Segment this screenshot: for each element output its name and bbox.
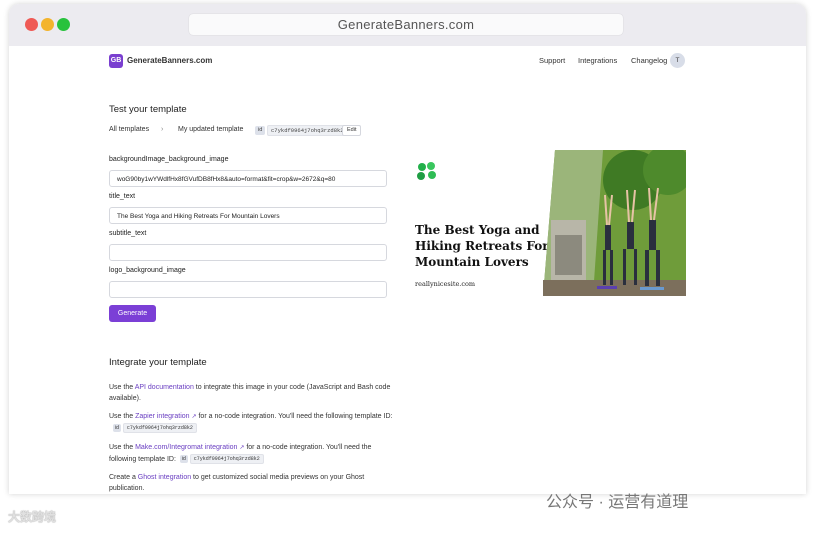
ghost-integration-link[interactable]: Ghost integration xyxy=(138,474,191,481)
field-label-title-text: title_text xyxy=(109,193,136,200)
api-documentation-link[interactable]: API documentation xyxy=(135,384,194,391)
clover-logo-icon xyxy=(417,162,436,180)
preview-title: The Best Yoga and Hiking Retreats For Mo… xyxy=(415,223,549,269)
breadcrumb-all-templates[interactable]: All templates xyxy=(109,126,149,133)
test-heading: Test your template xyxy=(109,104,187,115)
zapier-paragraph: Use the Zapier integration ↗ for a no-co… xyxy=(109,412,394,434)
id-tag: id xyxy=(255,126,266,135)
title-bar: GenerateBanners.com xyxy=(9,4,806,46)
template-id: c7ykdf0964j7ohq3rzd8k2 xyxy=(267,125,348,136)
make-text-pre: Use the xyxy=(109,444,136,451)
background-image-input[interactable]: woG90by1wYWdlfHx8fGVufDB8fHx8&auto=forma… xyxy=(109,170,387,187)
nav-changelog[interactable]: Changelog xyxy=(631,56,667,65)
field-label-background-image: backgroundImage_background_image xyxy=(109,156,229,163)
maximize-window-button[interactable] xyxy=(57,18,70,31)
minimize-window-button[interactable] xyxy=(41,18,54,31)
make-integration-link[interactable]: Make.com/Integromat integration xyxy=(135,444,237,451)
ghost-text-pre: Create a xyxy=(109,474,138,481)
watermark-left: 大数跨境 xyxy=(8,510,57,524)
breadcrumb-separator: › xyxy=(161,126,164,133)
template-id: c7ykdf0964j7ohq3rzd8k2 xyxy=(189,453,264,464)
zapier-text-post: for a no-code integration. You'll need t… xyxy=(196,413,393,420)
ghost-paragraph: Create a Ghost integration to get custom… xyxy=(109,473,394,494)
api-text-pre: Use the xyxy=(109,384,135,391)
id-tag: id xyxy=(113,423,121,432)
watermark-right: 公众号 · 运营有道理 xyxy=(546,494,689,511)
yoga-photo xyxy=(543,150,686,296)
field-label-subtitle-text: subtitle_text xyxy=(109,230,147,237)
nav-integrations[interactable]: Integrations xyxy=(578,56,617,65)
logo-icon[interactable]: GB xyxy=(109,54,123,68)
id-tag: id xyxy=(179,454,188,463)
integrate-heading: Integrate your template xyxy=(109,357,207,368)
subtitle-text-input[interactable] xyxy=(109,244,387,261)
zapier-integration-link[interactable]: Zapier integration xyxy=(135,413,189,420)
field-label-logo-image: logo_background_image xyxy=(109,267,186,274)
nav-support[interactable]: Support xyxy=(539,56,565,65)
brand-name[interactable]: GenerateBanners.com xyxy=(127,56,212,65)
title-text-input[interactable]: The Best Yoga and Hiking Retreats For Mo… xyxy=(109,207,387,224)
breadcrumb-current: My updated template xyxy=(178,126,244,133)
template-id: c7ykdf0964j7ohq3rzd8k2 xyxy=(122,422,197,433)
close-window-button[interactable] xyxy=(25,18,38,31)
make-paragraph: Use the Make.com/Integromat integration … xyxy=(109,443,394,465)
api-paragraph: Use the API documentation to integrate t… xyxy=(109,383,394,404)
address-bar[interactable]: GenerateBanners.com xyxy=(189,14,623,35)
generate-button[interactable]: Generate xyxy=(109,305,156,322)
edit-button[interactable]: Edit xyxy=(342,125,362,136)
banner-preview: The Best Yoga and Hiking Retreats For Mo… xyxy=(407,150,686,296)
logo-image-input[interactable] xyxy=(109,281,387,298)
zapier-text-pre: Use the xyxy=(109,413,136,420)
preview-site: reallynicesite.com xyxy=(415,280,476,288)
avatar[interactable]: T xyxy=(670,53,685,68)
